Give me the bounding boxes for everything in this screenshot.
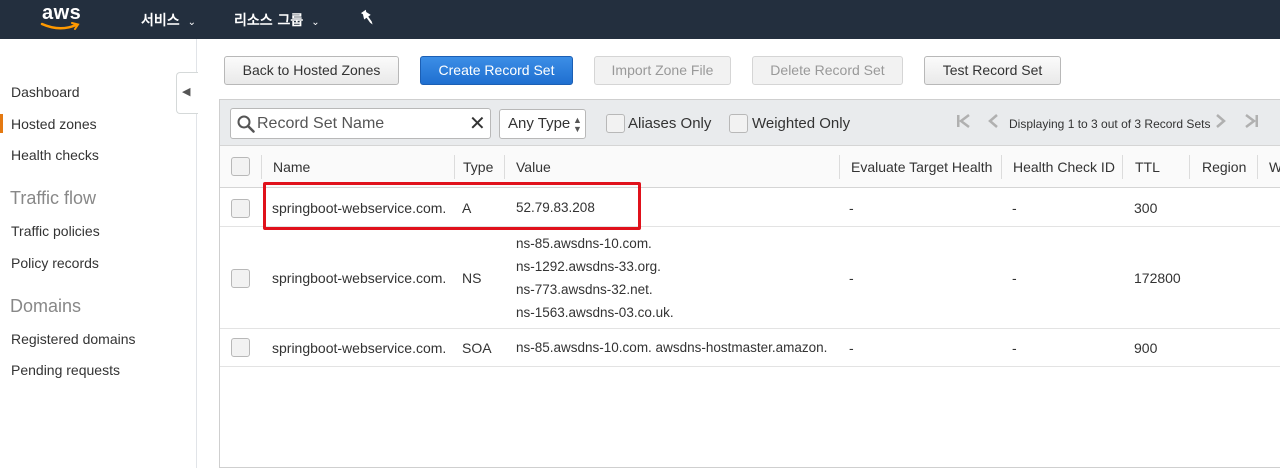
column-divider [839, 155, 840, 179]
record-name: springboot-webservice.com. [272, 200, 447, 216]
record-ttl: 300 [1134, 200, 1158, 216]
record-value-line: ns-1563.awsdns-03.co.uk. [516, 305, 674, 320]
previous-page-icon[interactable] [987, 113, 999, 134]
type-select[interactable]: Any Type ▲ ▼ [499, 109, 586, 139]
sort-arrows-icon: ▲ ▼ [573, 115, 582, 134]
record-health-check-id: - [1012, 340, 1017, 356]
table-row[interactable]: springboot-webservice.com. SOA ns-85.aws… [220, 330, 1280, 367]
delete-record-set-button[interactable]: Delete Record Set [752, 56, 903, 85]
sidebar-item-hosted-zones[interactable]: Hosted zones [11, 116, 97, 132]
weighted-only-checkbox[interactable] [729, 114, 748, 133]
column-divider [1122, 155, 1123, 179]
sidebar-item-registered-domains[interactable]: Registered domains [11, 331, 136, 347]
column-header-evaluate-target-health[interactable]: Evaluate Target Health [851, 159, 992, 175]
table-row[interactable]: springboot-webservice.com. NS ns-85.awsd… [220, 228, 1280, 329]
record-type: SOA [462, 340, 492, 356]
column-header-more[interactable]: W [1269, 159, 1280, 175]
aliases-only-label: Aliases Only [628, 115, 712, 132]
next-page-icon[interactable] [1215, 113, 1227, 134]
sidebar-item-health-checks[interactable]: Health checks [11, 147, 99, 163]
create-record-set-button[interactable]: Create Record Set [420, 56, 573, 85]
record-value-line: ns-773.awsdns-32.net. [516, 282, 653, 297]
sidebar-collapse-button[interactable]: ◀ [176, 72, 198, 114]
table-header: Name Type Value Evaluate Target Health H… [220, 146, 1280, 188]
column-header-ttl[interactable]: TTL [1135, 159, 1160, 175]
record-set-panel: ✕ Any Type ▲▼ Aliases Only Weighted Only… [219, 99, 1280, 468]
record-value: 52.79.83.208 [516, 200, 595, 215]
column-divider [454, 155, 455, 179]
aws-logo[interactable]: aws [40, 2, 86, 34]
pagination-text: Displaying 1 to 3 out of 3 Record Sets [1009, 117, 1211, 131]
search-icon [237, 115, 255, 133]
weighted-only-label: Weighted Only [752, 115, 851, 132]
sidebar: Dashboard Hosted zones Health checks Tra… [0, 39, 197, 468]
row-checkbox[interactable] [231, 269, 250, 288]
column-header-name[interactable]: Name [273, 159, 310, 175]
record-value: ns-85.awsdns-10.com. awsdns-hostmaster.a… [516, 340, 828, 355]
filter-bar: ✕ Any Type ▲▼ Aliases Only Weighted Only… [220, 100, 1280, 146]
first-page-icon[interactable] [956, 113, 972, 134]
column-divider [1257, 155, 1258, 179]
pin-icon[interactable] [360, 9, 376, 27]
sidebar-item-pending-requests[interactable]: Pending requests [11, 362, 120, 378]
record-ttl: 172800 [1134, 270, 1181, 286]
back-to-hosted-zones-button[interactable]: Back to Hosted Zones [224, 56, 399, 85]
record-type: A [462, 200, 472, 216]
search-box[interactable]: ✕ [230, 108, 491, 139]
row-checkbox[interactable] [231, 338, 250, 357]
sidebar-item-policy-records[interactable]: Policy records [11, 255, 99, 271]
services-label: 서비스 [141, 13, 180, 29]
sidebar-item-dashboard[interactable]: Dashboard [11, 84, 80, 100]
sidebar-item-traffic-policies[interactable]: Traffic policies [11, 223, 100, 239]
import-zone-file-button[interactable]: Import Zone File [594, 56, 731, 85]
aliases-only-checkbox[interactable] [606, 114, 625, 133]
active-indicator [0, 114, 3, 133]
top-navbar: aws 서비스 ⌄ 리소스 그룹 ⌄ [0, 0, 1280, 39]
column-header-type[interactable]: Type [463, 159, 493, 175]
record-evaluate-health: - [849, 270, 854, 286]
sidebar-heading-domains: Domains [10, 296, 82, 316]
test-record-set-button[interactable]: Test Record Set [924, 56, 1061, 85]
chevron-down-icon: ⌄ [311, 17, 320, 28]
row-checkbox[interactable] [231, 199, 250, 218]
type-select-value: Any Type [508, 115, 571, 132]
record-type: NS [462, 270, 482, 286]
table-row[interactable]: springboot-webservice.com. A 52.79.83.20… [220, 189, 1280, 227]
services-menu[interactable]: 서비스 ⌄ [141, 10, 196, 30]
column-divider [1189, 155, 1190, 179]
column-header-value[interactable]: Value [516, 159, 551, 175]
column-header-health-check-id[interactable]: Health Check ID [1013, 159, 1115, 175]
chevron-left-icon: ◀ [182, 86, 191, 98]
resource-groups-label: 리소스 그룹 [234, 13, 304, 29]
sidebar-heading-traffic-flow: Traffic flow [10, 188, 97, 208]
column-header-region[interactable]: Region [1202, 159, 1246, 175]
record-name: springboot-webservice.com. [272, 340, 447, 356]
aws-smile-icon [40, 22, 80, 30]
column-divider [261, 155, 262, 179]
record-ttl: 900 [1134, 340, 1158, 356]
search-input[interactable] [257, 113, 457, 135]
last-page-icon[interactable] [1243, 113, 1259, 134]
column-divider [504, 155, 505, 179]
chevron-down-icon: ⌄ [187, 17, 197, 28]
clear-search-icon[interactable]: ✕ [469, 111, 486, 136]
record-value-line: ns-1292.awsdns-33.org. [516, 259, 661, 274]
record-evaluate-health: - [849, 200, 854, 216]
record-evaluate-health: - [849, 340, 854, 356]
record-value-line: ns-85.awsdns-10.com. [516, 236, 652, 251]
record-health-check-id: - [1012, 200, 1017, 216]
resource-groups-menu[interactable]: 리소스 그룹 ⌄ [234, 10, 320, 30]
record-health-check-id: - [1012, 270, 1017, 286]
select-all-checkbox[interactable] [231, 157, 250, 176]
column-divider [1001, 155, 1002, 179]
record-name: springboot-webservice.com. [272, 270, 447, 286]
